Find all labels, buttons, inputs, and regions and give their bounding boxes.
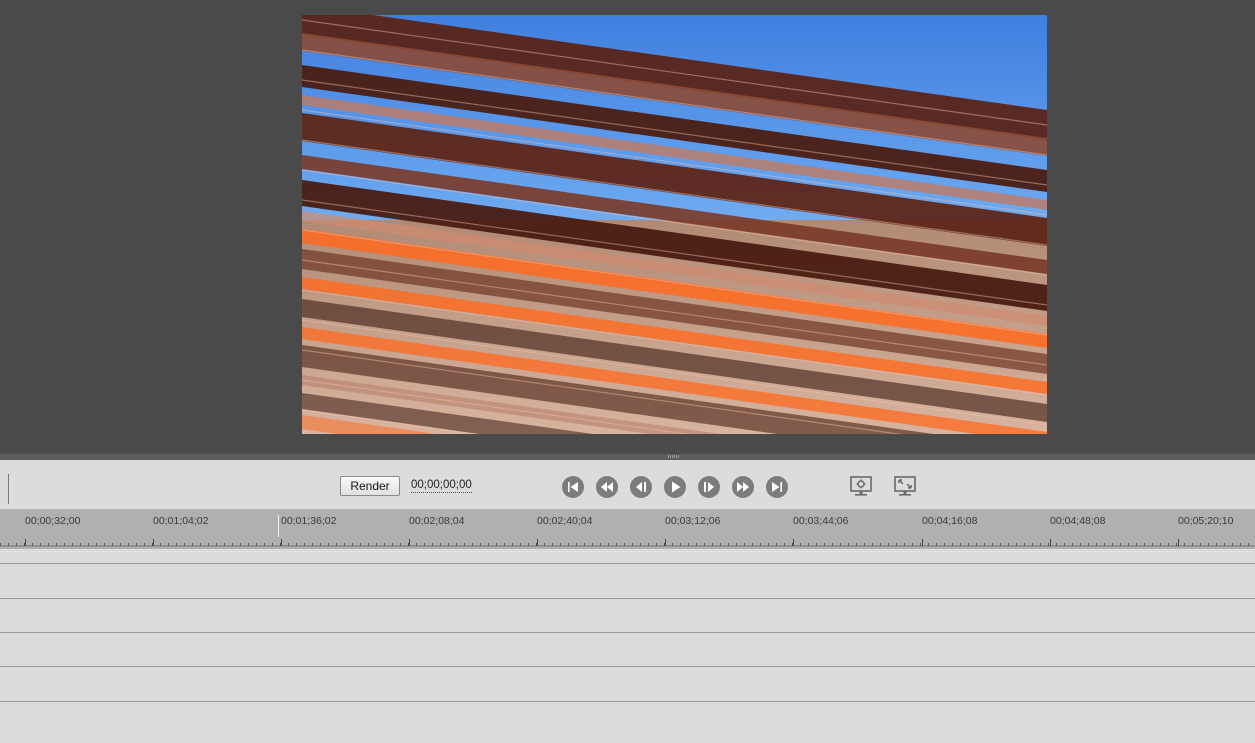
play-button[interactable]	[664, 476, 686, 498]
next-edit-button[interactable]	[732, 476, 754, 498]
track-row[interactable]	[0, 701, 1255, 743]
go-to-end-icon	[772, 482, 782, 492]
panel-edge-divider	[8, 474, 9, 504]
monitor-settings-icon	[850, 476, 872, 496]
timeline-ruler[interactable]: 00;00;32;00 00;01;04;02 00;01;36;02 00;0…	[0, 509, 1255, 549]
previous-edit-icon	[601, 482, 613, 492]
step-back-icon	[636, 482, 646, 492]
monitor-panel	[0, 0, 1255, 454]
ruler-label: 00;04;16;08	[922, 515, 978, 527]
ruler-label: 00;01;36;02	[281, 515, 337, 527]
transport-bar: Render 00;00;00;00	[0, 460, 1255, 509]
track-row[interactable]	[0, 632, 1255, 667]
track-row[interactable]	[0, 563, 1255, 599]
playhead-marker[interactable]	[278, 515, 279, 537]
play-icon	[672, 481, 681, 493]
next-edit-icon	[737, 482, 749, 492]
previous-edit-button[interactable]	[596, 476, 618, 498]
step-forward-icon	[704, 482, 714, 492]
ruler-label: 00;02;40;04	[537, 515, 593, 527]
ruler-label: 00;03;12;06	[665, 515, 721, 527]
ruler-label: 00;05;20;10	[1178, 515, 1234, 527]
video-preview	[302, 15, 1047, 434]
splitter-grip[interactable]	[668, 455, 680, 458]
step-back-button[interactable]	[630, 476, 652, 498]
fullscreen-monitor-icon	[894, 476, 916, 496]
monitor-settings-button[interactable]	[849, 475, 873, 497]
ruler-label: 00;02;08;04	[409, 515, 465, 527]
go-to-start-icon	[568, 482, 578, 492]
render-button[interactable]: Render	[340, 476, 400, 496]
ruler-label: 00;04;48;08	[1050, 515, 1106, 527]
track-row[interactable]	[0, 598, 1255, 633]
track-row[interactable]	[0, 666, 1255, 702]
ruler-label: 00;00;32;00	[25, 515, 81, 527]
fullscreen-monitor-button[interactable]	[893, 475, 917, 497]
step-forward-button[interactable]	[698, 476, 720, 498]
ruler-label: 00;03;44;06	[793, 515, 849, 527]
go-to-end-button[interactable]	[766, 476, 788, 498]
timecode-display[interactable]: 00;00;00;00	[411, 479, 472, 493]
ruler-label: 00;01;04;02	[153, 515, 209, 527]
go-to-start-button[interactable]	[562, 476, 584, 498]
